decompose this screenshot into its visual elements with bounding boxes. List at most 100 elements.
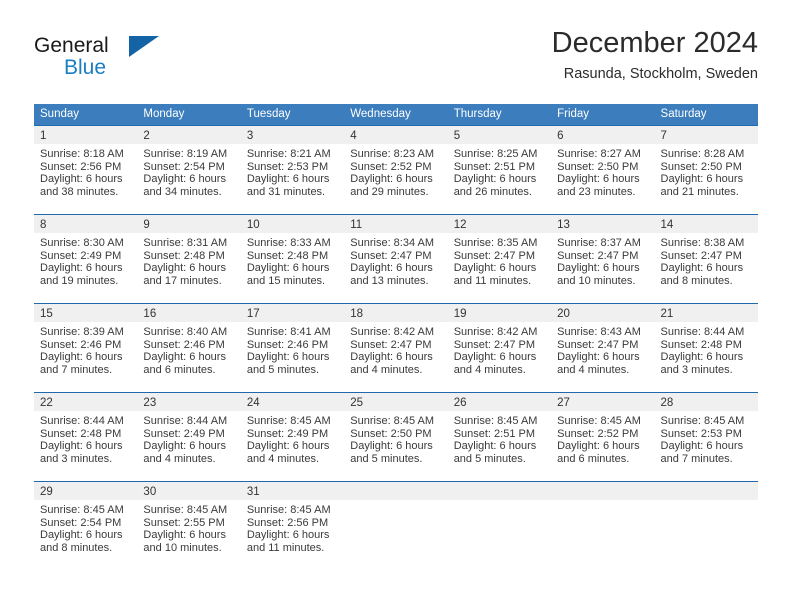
day-cell[interactable]: 12 Sunrise: 8:35 AM Sunset: 2:47 PM Dayl… xyxy=(447,215,552,303)
daylight-text-line1: Daylight: 6 hours xyxy=(660,440,744,453)
week-row: 1 Sunrise: 8:18 AM Sunset: 2:56 PM Dayli… xyxy=(34,125,758,214)
day-details: Sunrise: 8:37 AM Sunset: 2:47 PM Dayligh… xyxy=(551,233,654,287)
daylight-text-line1: Daylight: 6 hours xyxy=(660,262,744,275)
day-number: 9 xyxy=(143,219,150,231)
day-cell[interactable]: 20 Sunrise: 8:43 AM Sunset: 2:47 PM Dayl… xyxy=(551,304,655,392)
day-details: Sunrise: 8:33 AM Sunset: 2:48 PM Dayligh… xyxy=(241,233,344,287)
day-cell[interactable]: 26 Sunrise: 8:45 AM Sunset: 2:51 PM Dayl… xyxy=(447,393,552,481)
sunset-text: Sunset: 2:52 PM xyxy=(557,427,639,440)
sunset-text: Sunset: 2:47 PM xyxy=(660,249,742,262)
day-cell[interactable]: 11 Sunrise: 8:34 AM Sunset: 2:47 PM Dayl… xyxy=(344,215,448,303)
sunset-text: Sunset: 2:55 PM xyxy=(143,516,225,529)
day-cell[interactable]: 15 Sunrise: 8:39 AM Sunset: 2:46 PM Dayl… xyxy=(34,304,138,392)
day-number-band: 30 xyxy=(137,482,241,500)
sunset-text: Sunset: 2:54 PM xyxy=(143,160,225,173)
day-number-band: 5 xyxy=(447,126,552,144)
day-number: 7 xyxy=(660,130,667,142)
day-cell[interactable]: 19 Sunrise: 8:42 AM Sunset: 2:47 PM Dayl… xyxy=(447,304,552,392)
sunset-text: Sunset: 2:48 PM xyxy=(246,249,329,262)
day-cell[interactable]: 3 Sunrise: 8:21 AM Sunset: 2:53 PM Dayli… xyxy=(240,126,345,214)
daylight-text-line2: and 7 minutes. xyxy=(660,452,733,465)
day-details: Sunrise: 8:43 AM Sunset: 2:47 PM Dayligh… xyxy=(551,322,654,376)
day-cell[interactable]: 9 Sunrise: 8:31 AM Sunset: 2:48 PM Dayli… xyxy=(137,215,241,303)
day-number: 17 xyxy=(246,308,260,320)
day-details: Sunrise: 8:25 AM Sunset: 2:51 PM Dayligh… xyxy=(448,144,551,198)
day-number: 29 xyxy=(40,486,53,498)
day-cell[interactable]: 16 Sunrise: 8:40 AM Sunset: 2:46 PM Dayl… xyxy=(137,304,241,392)
day-cell[interactable]: 31 Sunrise: 8:45 AM Sunset: 2:56 PM Dayl… xyxy=(240,482,345,570)
sunrise-text: Sunrise: 8:21 AM xyxy=(246,148,331,160)
day-cell[interactable]: 7 Sunrise: 8:28 AM Sunset: 2:50 PM Dayli… xyxy=(654,126,758,214)
day-cell[interactable]: 27 Sunrise: 8:45 AM Sunset: 2:52 PM Dayl… xyxy=(551,393,655,481)
day-cell[interactable]: 17 Sunrise: 8:41 AM Sunset: 2:46 PM Dayl… xyxy=(240,304,345,392)
day-details: Sunrise: 8:23 AM Sunset: 2:52 PM Dayligh… xyxy=(344,144,447,198)
weekday-header-sunday: Sunday xyxy=(40,108,80,120)
day-cell[interactable]: 5 Sunrise: 8:25 AM Sunset: 2:51 PM Dayli… xyxy=(447,126,552,214)
day-cell[interactable]: 22 Sunrise: 8:44 AM Sunset: 2:48 PM Dayl… xyxy=(34,393,138,481)
day-cell[interactable]: 8 Sunrise: 8:30 AM Sunset: 2:49 PM Dayli… xyxy=(34,215,138,303)
day-cell[interactable]: 21 Sunrise: 8:44 AM Sunset: 2:48 PM Dayl… xyxy=(654,304,758,392)
day-number: 19 xyxy=(453,308,467,320)
page-title: December 2024 xyxy=(551,27,758,59)
week-row: 8 Sunrise: 8:30 AM Sunset: 2:49 PM Dayli… xyxy=(34,214,758,303)
daylight-text-line1: Daylight: 6 hours xyxy=(557,173,640,186)
sunset-text: Sunset: 2:47 PM xyxy=(453,338,536,351)
day-cell[interactable]: 2 Sunrise: 8:19 AM Sunset: 2:54 PM Dayli… xyxy=(137,126,241,214)
day-number: 30 xyxy=(143,486,157,498)
weekday-header-monday: Monday xyxy=(143,108,185,120)
sunrise-text: Sunrise: 8:44 AM xyxy=(40,415,124,427)
day-cell[interactable]: 29 Sunrise: 8:45 AM Sunset: 2:54 PM Dayl… xyxy=(34,482,138,570)
day-details: Sunrise: 8:45 AM Sunset: 2:49 PM Dayligh… xyxy=(241,411,344,465)
day-cell[interactable]: 13 Sunrise: 8:37 AM Sunset: 2:47 PM Dayl… xyxy=(551,215,655,303)
day-cell[interactable]: 24 Sunrise: 8:45 AM Sunset: 2:49 PM Dayl… xyxy=(240,393,345,481)
daylight-text-line1: Daylight: 6 hours xyxy=(246,262,330,275)
daylight-text-line2: and 4 minutes. xyxy=(246,452,319,465)
weekday-header-friday: Friday xyxy=(557,108,590,120)
day-number: 1 xyxy=(40,130,47,142)
sunrise-text: Sunrise: 8:19 AM xyxy=(143,148,228,160)
day-cell[interactable]: 18 Sunrise: 8:42 AM Sunset: 2:47 PM Dayl… xyxy=(344,304,448,392)
day-number: 21 xyxy=(660,308,674,320)
day-cell[interactable]: 1 Sunrise: 8:18 AM Sunset: 2:56 PM Dayli… xyxy=(34,126,138,214)
sunrise-text: Sunrise: 8:45 AM xyxy=(143,504,228,516)
day-cell[interactable]: 4 Sunrise: 8:23 AM Sunset: 2:52 PM Dayli… xyxy=(344,126,448,214)
daylight-text-line2: and 23 minutes. xyxy=(557,185,636,198)
sunset-text: Sunset: 2:46 PM xyxy=(246,338,329,351)
daylight-text-line2: and 6 minutes. xyxy=(557,452,630,465)
day-cell[interactable]: 28 Sunrise: 8:45 AM Sunset: 2:53 PM Dayl… xyxy=(654,393,758,481)
general-blue-logo[interactable]: General Blue xyxy=(34,34,174,86)
day-cell[interactable]: 6 Sunrise: 8:27 AM Sunset: 2:50 PM Dayli… xyxy=(551,126,655,214)
day-number: 14 xyxy=(660,219,674,231)
day-number-band: 28 xyxy=(654,393,758,411)
sunset-text: Sunset: 2:48 PM xyxy=(143,249,225,262)
sunrise-text: Sunrise: 8:43 AM xyxy=(557,326,641,338)
sunset-text: Sunset: 2:47 PM xyxy=(350,249,432,262)
day-number: 3 xyxy=(246,130,254,142)
weekday-header-row: Sunday Monday Tuesday Wednesday Thursday… xyxy=(34,104,758,125)
daylight-text-line2: and 3 minutes. xyxy=(40,452,113,465)
day-details: Sunrise: 8:44 AM Sunset: 2:48 PM Dayligh… xyxy=(655,322,758,376)
day-number-band xyxy=(551,482,655,500)
day-number: 18 xyxy=(350,308,364,320)
daylight-text-line1: Daylight: 6 hours xyxy=(246,529,330,542)
daylight-text-line1: Daylight: 6 hours xyxy=(246,173,330,186)
day-cell[interactable]: 23 Sunrise: 8:44 AM Sunset: 2:49 PM Dayl… xyxy=(137,393,241,481)
sunset-text: Sunset: 2:49 PM xyxy=(246,427,329,440)
sunrise-text: Sunrise: 8:33 AM xyxy=(246,237,331,249)
day-cell[interactable]: 25 Sunrise: 8:45 AM Sunset: 2:50 PM Dayl… xyxy=(344,393,448,481)
sunset-text: Sunset: 2:56 PM xyxy=(246,516,329,529)
day-number: 4 xyxy=(350,130,357,142)
sunrise-text: Sunrise: 8:41 AM xyxy=(246,326,331,338)
day-number-band: 19 xyxy=(447,304,552,322)
day-details: Sunrise: 8:19 AM Sunset: 2:54 PM Dayligh… xyxy=(137,144,240,198)
sunrise-text: Sunrise: 8:37 AM xyxy=(557,237,641,249)
day-number-band: 23 xyxy=(137,393,241,411)
day-cell[interactable]: 14 Sunrise: 8:38 AM Sunset: 2:47 PM Dayl… xyxy=(654,215,758,303)
daylight-text-line1: Daylight: 6 hours xyxy=(40,173,123,186)
day-cell[interactable]: 10 Sunrise: 8:33 AM Sunset: 2:48 PM Dayl… xyxy=(240,215,345,303)
sunrise-text: Sunrise: 8:30 AM xyxy=(40,237,124,249)
day-cell[interactable]: 30 Sunrise: 8:45 AM Sunset: 2:55 PM Dayl… xyxy=(137,482,241,570)
sunset-text: Sunset: 2:54 PM xyxy=(40,516,122,529)
day-number-band xyxy=(447,482,552,500)
day-number-band: 8 xyxy=(34,215,138,233)
